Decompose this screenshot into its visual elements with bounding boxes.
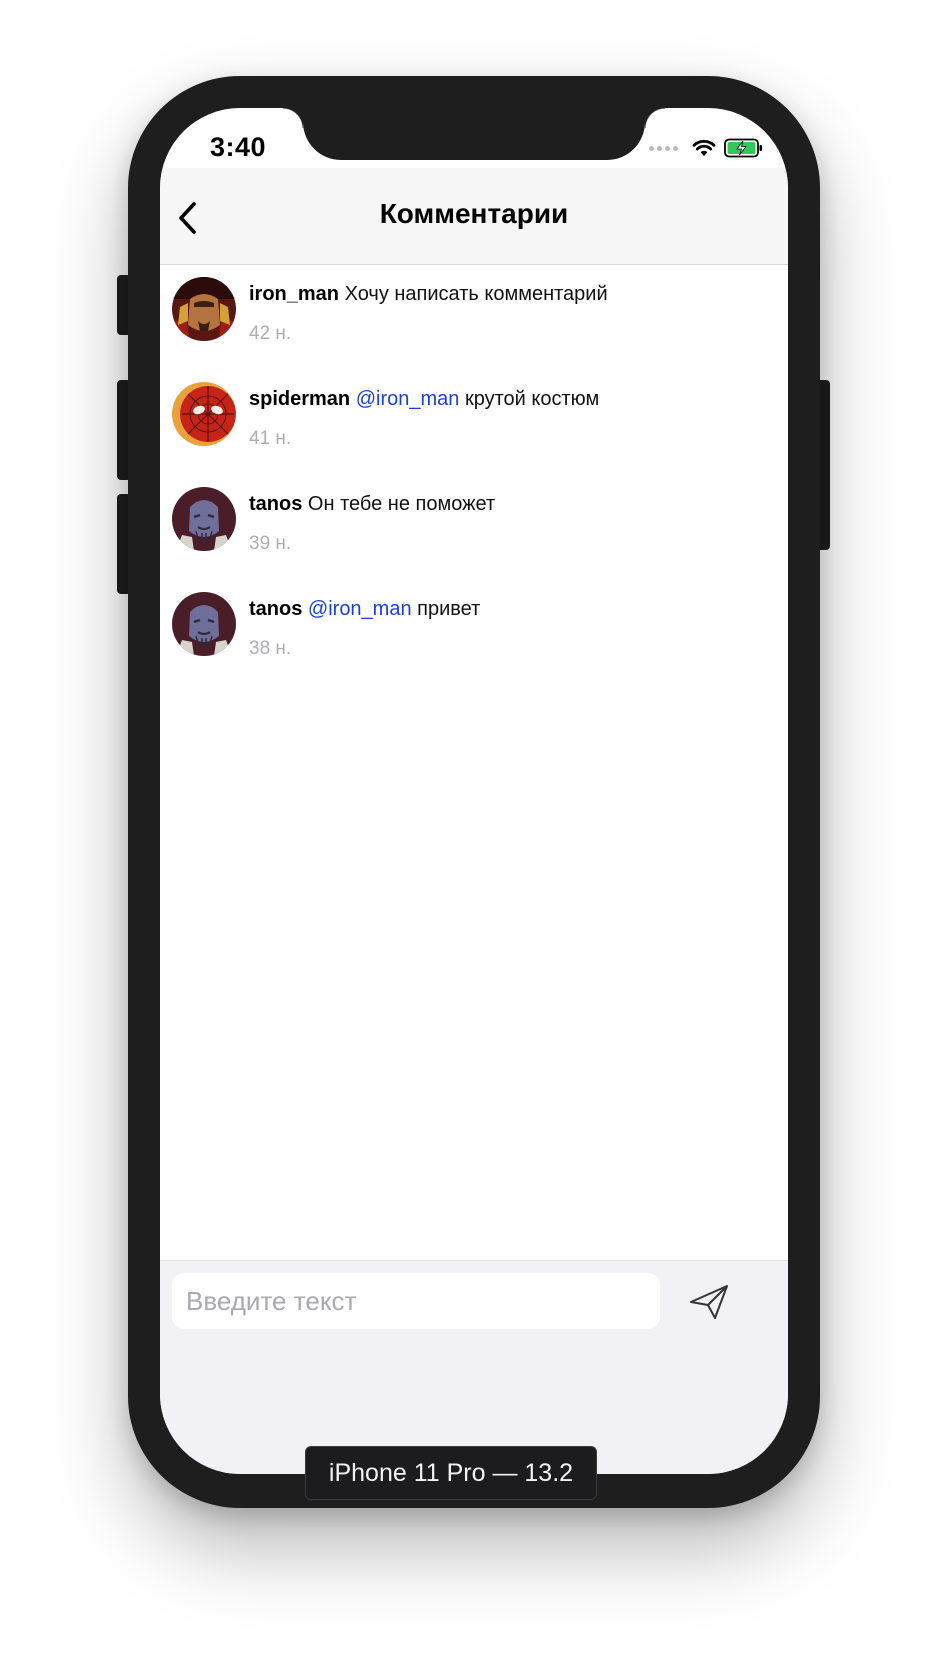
- phone-screen: 3:40 Комментарии iron_man Хочу написать …: [160, 108, 788, 1474]
- comment-timestamp: 39 н.: [249, 533, 292, 554]
- comment-text: iron_man Хочу написать комментарий: [249, 283, 608, 306]
- device-label: iPhone 11 Pro — 13.2: [305, 1446, 597, 1500]
- status-time: 3:40: [210, 132, 267, 162]
- comment-text: tanos @iron_man привет: [249, 598, 480, 621]
- comment-timestamp: 41 н.: [249, 428, 292, 449]
- navigation-bar: Комментарии: [160, 168, 788, 265]
- avatar[interactable]: [172, 277, 236, 341]
- comment-body: крутой костюм: [464, 388, 600, 410]
- comment-timestamp: 42 н.: [249, 323, 292, 344]
- comment-input[interactable]: [172, 1273, 660, 1329]
- battery-charging-icon: [724, 138, 762, 158]
- avatar[interactable]: [172, 382, 236, 446]
- signal-dots-icon: [649, 145, 678, 151]
- comment-body: Он тебе не поможет: [307, 493, 496, 515]
- comment-username[interactable]: tanos: [249, 598, 302, 620]
- avatar[interactable]: [172, 487, 236, 551]
- page-title: Комментарии: [379, 198, 569, 229]
- comment-body: привет: [417, 598, 481, 620]
- comment-username[interactable]: iron_man: [249, 283, 339, 305]
- avatar[interactable]: [172, 592, 236, 656]
- comment-timestamp: 38 н.: [249, 638, 292, 659]
- send-icon[interactable]: [688, 1283, 730, 1321]
- comment-item[interactable]: tanos @iron_man привет 38 н.: [160, 580, 788, 685]
- notch: [283, 108, 665, 160]
- comment-username[interactable]: spiderman: [249, 388, 350, 410]
- comment-username[interactable]: tanos: [249, 493, 302, 515]
- wifi-icon: [692, 139, 716, 156]
- comment-text: spiderman @iron_man крутой костюм: [249, 388, 599, 411]
- comment-item[interactable]: spiderman @iron_man крутой костюм 41 н.: [160, 370, 788, 475]
- comment-item[interactable]: tanos Он тебе не поможет 39 н.: [160, 475, 788, 580]
- comment-input-bar: [160, 1260, 788, 1474]
- comment-mention[interactable]: @iron_man: [356, 388, 460, 410]
- comment-body: Хочу написать комментарий: [344, 283, 608, 305]
- status-indicators: [649, 136, 764, 160]
- comment-item[interactable]: iron_man Хочу написать комментарий 42 н.: [160, 265, 788, 370]
- comment-text: tanos Он тебе не поможет: [249, 493, 495, 516]
- comment-mention[interactable]: @iron_man: [308, 598, 412, 620]
- comments-list: iron_man Хочу написать комментарий 42 н.…: [160, 265, 788, 685]
